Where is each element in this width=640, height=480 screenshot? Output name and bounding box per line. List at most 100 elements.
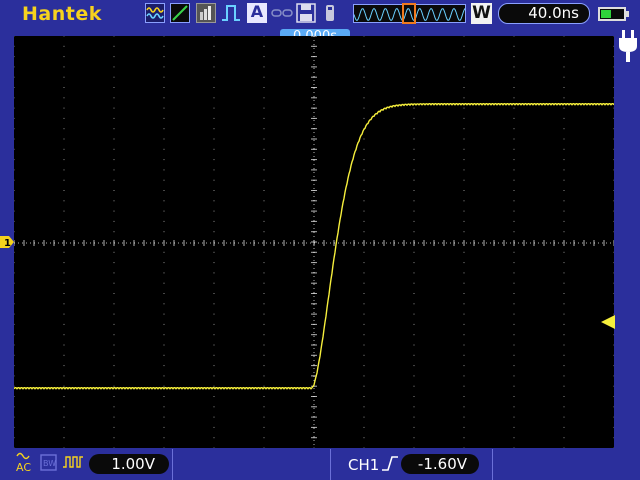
waveform-display[interactable] [14, 36, 614, 448]
rising-edge-icon[interactable] [381, 455, 399, 472]
graticule-dot [14, 159, 15, 161]
graticule-dot [363, 117, 365, 119]
persist-icon[interactable] [196, 3, 216, 23]
save-icon[interactable] [296, 3, 316, 23]
graticule-dot [463, 190, 465, 191]
channel1-ground-marker[interactable]: 1 [0, 235, 14, 249]
graticule-dot [363, 138, 365, 140]
graticule-dot [163, 365, 165, 367]
graticule-dot [163, 138, 165, 140]
graticule-dot [113, 148, 115, 150]
graticule-dot [14, 76, 15, 78]
graticule-dot [363, 231, 365, 233]
graticule-dot [513, 293, 515, 294]
graticule-dot [213, 272, 215, 274]
coupling-ac-icon[interactable]: AC [16, 451, 36, 473]
graticule-dot [213, 313, 215, 315]
graticule-dot [563, 426, 565, 428]
graticule-dot [263, 190, 265, 191]
graticule-dot [263, 251, 265, 253]
graticule-dot [163, 210, 165, 212]
graticule-dot [413, 117, 415, 119]
graticule-dot [613, 396, 614, 397]
graticule-dot [163, 426, 165, 428]
graticule-dot [363, 169, 365, 171]
graticule-dot [563, 282, 565, 284]
graticule-dot [113, 169, 115, 171]
trigger-channel-label[interactable]: CH1 [348, 456, 379, 474]
graticule-dot [463, 323, 465, 325]
graticule-dot [563, 190, 565, 191]
graticule-dot [213, 426, 215, 428]
graticule-dot [263, 169, 265, 171]
graticule-dot [563, 437, 565, 439]
trigger-level-readout[interactable]: -1.60V [401, 454, 479, 474]
auto-icon[interactable]: A [247, 3, 267, 23]
graticule-dot [63, 138, 65, 140]
divider [330, 449, 331, 480]
graticule-dot [113, 66, 115, 68]
graticule-dot [463, 87, 465, 88]
graticule-dot [263, 344, 265, 346]
graticule-dot [463, 97, 465, 99]
graticule-dot [14, 66, 15, 68]
graticule-dot [363, 66, 365, 68]
graticule-dot [213, 416, 215, 418]
graticule-dot [263, 396, 265, 397]
graticule-dot [463, 416, 465, 418]
graticule-dot [513, 117, 515, 119]
graticule-dot [113, 117, 115, 119]
graticule-dot [163, 282, 165, 284]
graticule-dot [513, 303, 515, 305]
graticule-dot [63, 66, 65, 68]
graticule-dot [63, 303, 65, 305]
graticule-dot [513, 406, 515, 408]
trigger-level-marker[interactable] [601, 315, 615, 329]
power-plug-icon [619, 30, 637, 62]
wave-icon[interactable] [145, 3, 165, 23]
bandwidth-limit-icon[interactable]: BW [40, 454, 57, 471]
volts-per-div-readout[interactable]: 1.00V [89, 454, 169, 474]
pulse-icon[interactable] [62, 455, 84, 469]
graticule-dot [63, 251, 65, 253]
graticule-dot [413, 416, 415, 418]
link-icon[interactable] [270, 3, 294, 23]
graticule-dot [163, 66, 165, 68]
graticule-dot [413, 293, 415, 294]
timebase-readout[interactable]: 40.0ns [498, 3, 590, 24]
graticule-dot [213, 97, 215, 99]
graticule-dot [213, 66, 215, 68]
graticule-dot [163, 385, 165, 387]
graticule-dot [113, 179, 115, 181]
graticule-dot [63, 97, 65, 99]
graticule-dot [463, 56, 465, 58]
overview-window-marker[interactable] [402, 3, 416, 24]
graticule-dot [463, 344, 465, 346]
graticule-dot [613, 282, 614, 284]
graticule-dot [113, 190, 115, 191]
graticule-dot [613, 107, 614, 109]
graticule-dot [463, 45, 465, 47]
graticule-dot [263, 128, 265, 130]
graticule-dot [413, 128, 415, 130]
usb-icon[interactable] [320, 3, 340, 23]
graticule-dot [163, 437, 165, 439]
graticule-dot [14, 262, 15, 264]
graticule-dot [513, 313, 515, 315]
graticule-dot [413, 179, 415, 181]
graticule-dot [463, 148, 465, 150]
graticule-dot [63, 148, 65, 150]
graticule-dot [113, 334, 115, 336]
graticule-dot [263, 437, 265, 439]
ramp-icon[interactable] [170, 3, 190, 23]
graticule-dot [263, 334, 265, 336]
graticule-dot [113, 313, 115, 315]
graticule-dot [263, 406, 265, 408]
graticule-dot [563, 375, 565, 377]
graticule-dot [613, 200, 614, 202]
graticule-dot [463, 128, 465, 130]
graticule-dot [363, 97, 365, 99]
run-state-icon[interactable]: W [471, 3, 492, 24]
pulse-mode-icon[interactable] [221, 3, 241, 23]
graticule-dot [513, 36, 515, 37]
